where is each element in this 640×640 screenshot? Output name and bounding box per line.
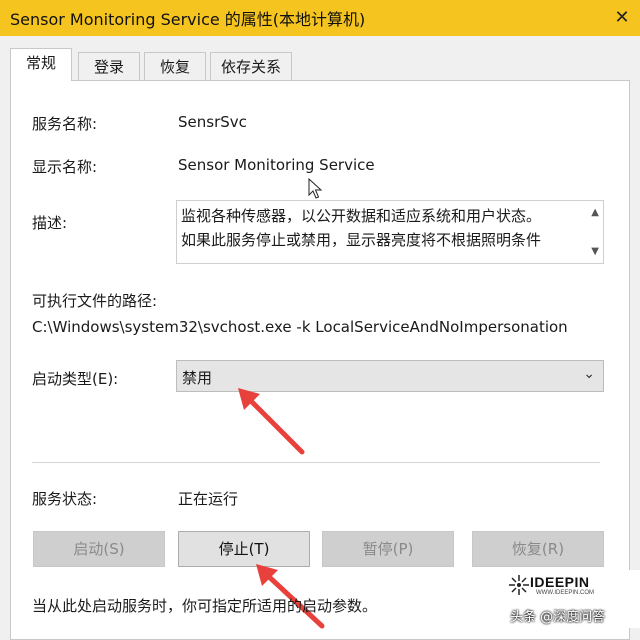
- start-button[interactable]: 启动(S): [33, 531, 165, 567]
- resume-button[interactable]: 恢复(R): [472, 531, 604, 567]
- ideepin-logo-icon: [509, 575, 529, 595]
- service-name-label: 服务名称:: [32, 115, 98, 133]
- pause-button[interactable]: 暂停(P): [322, 531, 454, 567]
- tab-general[interactable]: 常规: [10, 48, 72, 81]
- description-line: 如果此服务停止或禁用，显示器亮度将不根据照明条件: [181, 231, 542, 249]
- tab-dependencies[interactable]: 依存关系: [210, 52, 292, 80]
- watermark-caption: 头条 @深度问答: [510, 610, 606, 625]
- stop-button[interactable]: 停止(T): [178, 531, 310, 567]
- chevron-down-icon: ⌄: [583, 366, 595, 382]
- watermark-url: WWW.IDEEPIN.COM: [536, 590, 594, 596]
- hint-text: 当从此处启动服务时，你可指定所适用的启动参数。: [32, 597, 378, 615]
- startup-type-label: 启动类型(E):: [32, 370, 119, 388]
- title-bar: Sensor Monitoring Service 的属性(本地计算机) ✕: [0, 0, 640, 36]
- watermark-logo-text: IDEEPIN: [530, 574, 590, 590]
- display-name-label: 显示名称:: [32, 158, 98, 176]
- description-text: 监视各种传感器，以公开数据和适应系统和用户状态。 如果此服务停止或禁用，显示器亮…: [181, 204, 581, 252]
- divider: [32, 462, 600, 463]
- service-name-value: SensrSvc: [178, 113, 247, 131]
- description-box[interactable]: 监视各种传感器，以公开数据和适应系统和用户状态。 如果此服务停止或禁用，显示器亮…: [176, 200, 604, 264]
- scroll-down-icon[interactable]: ▼: [591, 246, 599, 257]
- watermark: IDEEPIN WWW.IDEEPIN.COM 头条 @深度问答: [502, 570, 640, 628]
- service-status-label: 服务状态:: [32, 490, 98, 508]
- close-icon[interactable]: ✕: [604, 0, 640, 36]
- description-label: 描述:: [32, 214, 68, 232]
- tab-bar: 常规 登录 恢复 依存关系: [10, 48, 630, 81]
- scroll-up-icon[interactable]: ▲: [591, 207, 599, 218]
- startup-type-value: 禁用: [182, 369, 213, 387]
- tab-logon[interactable]: 登录: [78, 52, 140, 80]
- display-name-value: Sensor Monitoring Service: [178, 156, 375, 174]
- description-line: 监视各种传感器，以公开数据和适应系统和用户状态。: [181, 207, 542, 225]
- tab-recovery[interactable]: 恢复: [144, 52, 206, 80]
- path-value: C:\Windows\system32\svchost.exe -k Local…: [32, 318, 568, 336]
- path-label: 可执行文件的路径:: [32, 292, 158, 310]
- description-scrollbar[interactable]: ▲ ▼: [583, 201, 603, 263]
- window-title: Sensor Monitoring Service 的属性(本地计算机): [10, 10, 366, 29]
- startup-type-select[interactable]: 禁用 ⌄: [176, 360, 604, 392]
- service-status-value: 正在运行: [178, 490, 239, 508]
